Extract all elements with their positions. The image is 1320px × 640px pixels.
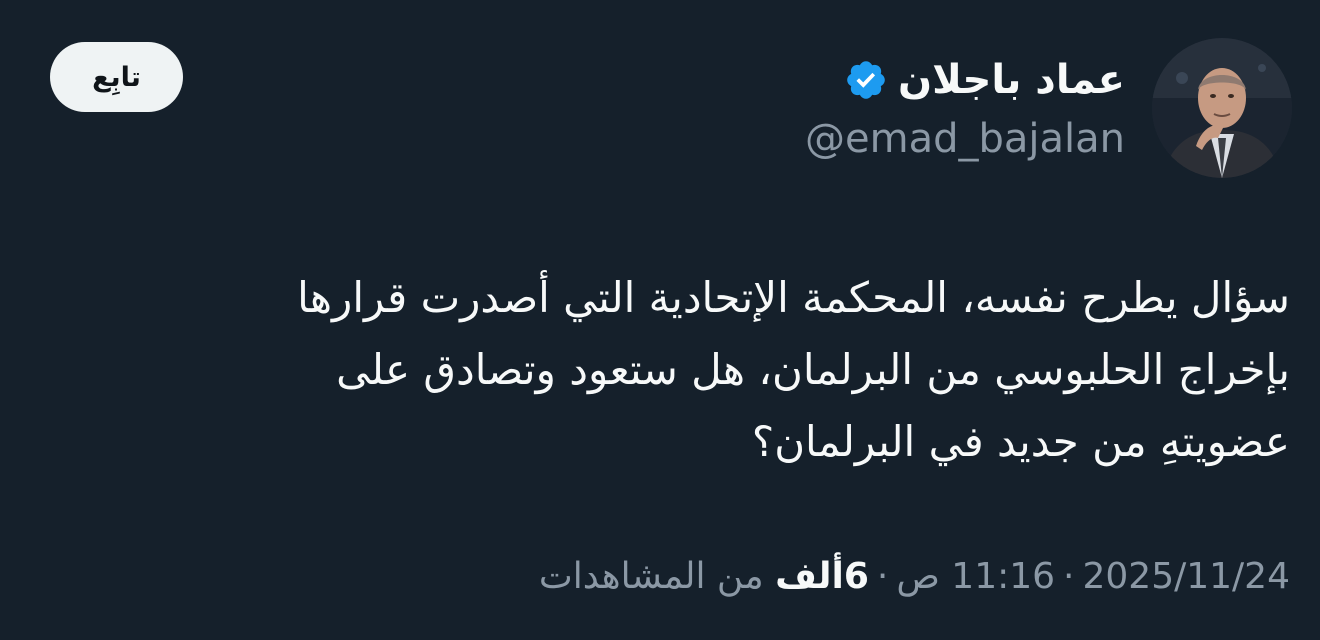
views-count[interactable]: 6ألف bbox=[775, 556, 869, 597]
author-info: عماد باجلان @emad_bajalan bbox=[625, 52, 1125, 162]
author-avatar[interactable] bbox=[1152, 38, 1292, 178]
tweet-text: سؤال يطرح نفسه، المحكمة الإتحادية التي أ… bbox=[297, 273, 1290, 466]
tweet-card: تابِع عماد باجلان @emad_bajalan سؤال يطر… bbox=[0, 0, 1320, 640]
tweet-meta: 2025/11/24·11:16 ص·6ألف من المشاهدات bbox=[539, 556, 1290, 597]
author-name-row: عماد باجلان bbox=[625, 52, 1125, 108]
tweet-time[interactable]: 11:16 ص bbox=[896, 556, 1055, 597]
meta-separator: · bbox=[876, 556, 889, 597]
author-display-name[interactable]: عماد باجلان bbox=[898, 57, 1125, 103]
avatar-photo-icon bbox=[1152, 38, 1292, 178]
tweet-date[interactable]: 2025/11/24 bbox=[1083, 556, 1291, 597]
views-label: من المشاهدات bbox=[538, 556, 764, 597]
author-handle[interactable]: @emad_bajalan bbox=[625, 116, 1125, 162]
verified-badge-icon[interactable] bbox=[844, 58, 888, 102]
follow-button[interactable]: تابِع bbox=[50, 42, 183, 112]
meta-separator: · bbox=[1063, 556, 1075, 597]
